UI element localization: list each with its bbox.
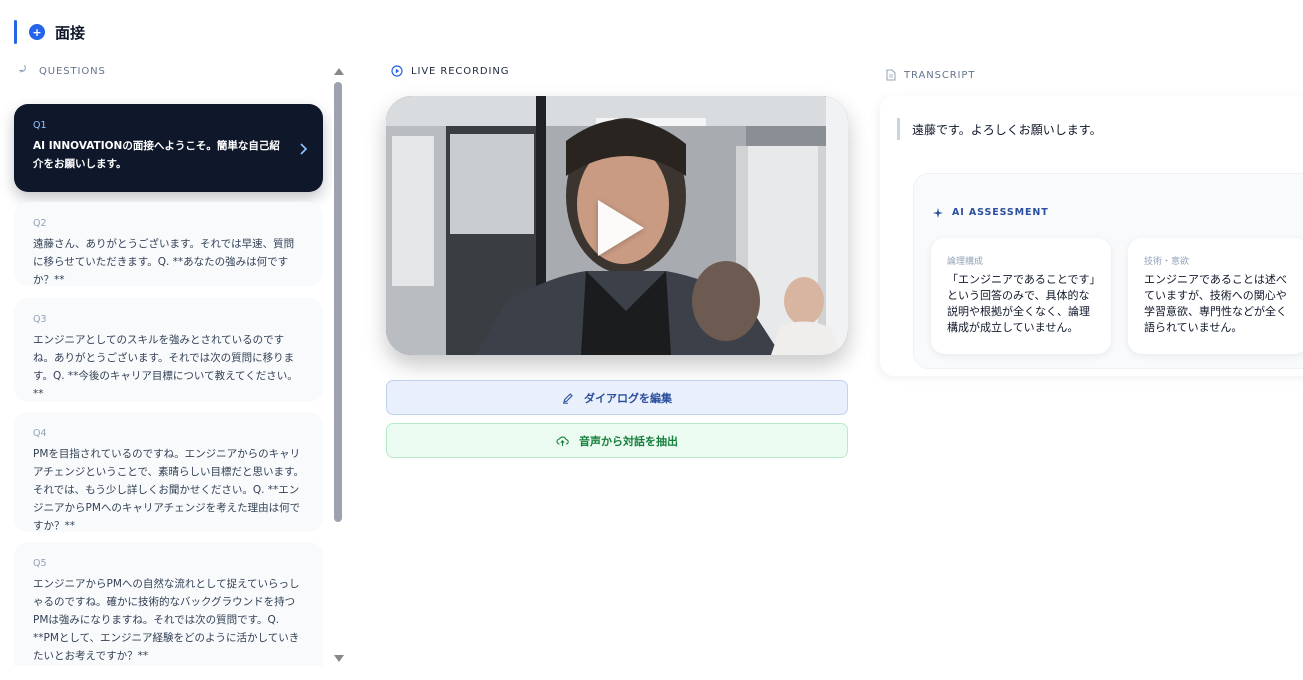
assessment-card-tech-motivation: 技術・意欲 エンジニアであることは述べていますが、技術への関心や学習意欲、専門性… bbox=[1128, 238, 1303, 354]
question-card-q3[interactable]: Q3 エンジニアとしてのスキルを強みとされているのですね。ありがとうございます。… bbox=[14, 298, 323, 402]
question-number: Q5 bbox=[33, 558, 47, 569]
scroll-down-arrow-icon[interactable] bbox=[334, 655, 344, 662]
sparkle-icon bbox=[933, 207, 943, 218]
ai-assessment-label: AI ASSESSMENT bbox=[952, 207, 1049, 218]
question-card-q5[interactable]: Q5 エンジニアからPMへの自然な流れとして捉えていらっしゃるのですね。確かに技… bbox=[14, 542, 323, 666]
extract-dialog-label: 音声から対話を抽出 bbox=[579, 434, 678, 448]
edit-dialog-button[interactable]: ダイアログを編集 bbox=[386, 380, 848, 415]
questions-label: QUESTIONS bbox=[39, 65, 106, 77]
assessment-card-title: 技術・意欲 bbox=[1144, 257, 1190, 267]
assessment-card-title: 論理構成 bbox=[947, 257, 984, 267]
play-circle-icon bbox=[391, 65, 403, 77]
question-number: Q3 bbox=[33, 314, 47, 325]
question-number: Q1 bbox=[33, 120, 47, 131]
transcript-entry: 遠藤です。よろしくお願いします。 bbox=[897, 118, 1102, 140]
transcript-section-label: TRANSCRIPT bbox=[886, 69, 975, 81]
scroll-thumb[interactable] bbox=[334, 82, 342, 522]
question-text: エンジニアとしてのスキルを強みとされているのですね。ありがとうございます。それで… bbox=[33, 334, 298, 400]
edit-icon bbox=[562, 392, 574, 404]
question-text: エンジニアからPMへの自然な流れとして捉えていらっしゃるのですね。確かに技術的な… bbox=[33, 578, 300, 662]
question-number: Q2 bbox=[33, 218, 47, 229]
question-text: AI INNOVATIONの面接へようこそ。簡単な自己紹介をお願いします。 bbox=[33, 140, 280, 170]
transcript-label: TRANSCRIPT bbox=[904, 69, 976, 81]
questions-scrollbar[interactable] bbox=[333, 66, 344, 664]
ai-assessment-header: AI ASSESSMENT bbox=[933, 207, 1049, 218]
play-icon[interactable] bbox=[598, 200, 644, 256]
page-header: + 面接 bbox=[14, 20, 85, 44]
assessment-card-text: エンジニアであることは述べていますが、技術への関心や学習意欲、専門性などが全く語… bbox=[1144, 273, 1287, 334]
question-card-q4[interactable]: Q4 PMを目指されているのですね。エンジニアからのキャリアチェンジということで… bbox=[14, 412, 323, 532]
scroll-up-arrow-icon[interactable] bbox=[334, 68, 344, 75]
document-icon bbox=[886, 69, 896, 81]
page-title: 面接 bbox=[55, 23, 86, 42]
header-accent-bar bbox=[14, 20, 17, 44]
question-card-q1[interactable]: Q1 AI INNOVATIONの面接へようこそ。簡単な自己紹介をお願いします。 bbox=[14, 104, 323, 192]
questions-section-label: QUESTIONS bbox=[19, 65, 106, 77]
questions-list[interactable]: Q1 AI INNOVATIONの面接へようこそ。簡単な自己紹介をお願いします。… bbox=[0, 86, 332, 666]
edit-dialog-label: ダイアログを編集 bbox=[584, 391, 672, 405]
plus-circle-icon: + bbox=[29, 24, 45, 40]
video-player[interactable] bbox=[386, 96, 848, 355]
question-number: Q4 bbox=[33, 428, 47, 439]
chat-bubble-icon bbox=[19, 65, 31, 77]
assessment-card-text: 「エンジニアであることです」という回答のみで、具体的な説明や根拠が全くなく、論理… bbox=[947, 273, 1096, 334]
ai-assessment-panel: AI ASSESSMENT 論理構成 「エンジニアであることです」という回答のみ… bbox=[913, 173, 1303, 369]
cloud-upload-icon bbox=[556, 435, 569, 447]
live-recording-label: LIVE RECORDING bbox=[411, 65, 510, 77]
question-text: 遠藤さん、ありがとうございます。それでは早速、質問に移らせていただきます。Q. … bbox=[33, 238, 295, 286]
assessment-card-logic: 論理構成 「エンジニアであることです」という回答のみで、具体的な説明や根拠が全く… bbox=[931, 238, 1111, 354]
extract-dialog-button[interactable]: 音声から対話を抽出 bbox=[386, 423, 848, 458]
question-card-q2[interactable]: Q2 遠藤さん、ありがとうございます。それでは早速、質問に移らせていただきます。… bbox=[14, 202, 323, 286]
question-text: PMを目指されているのですね。エンジニアからのキャリアチェンジということで、素晴… bbox=[33, 448, 305, 532]
live-section-label: LIVE RECORDING bbox=[391, 65, 509, 77]
chevron-right-icon bbox=[299, 140, 308, 159]
